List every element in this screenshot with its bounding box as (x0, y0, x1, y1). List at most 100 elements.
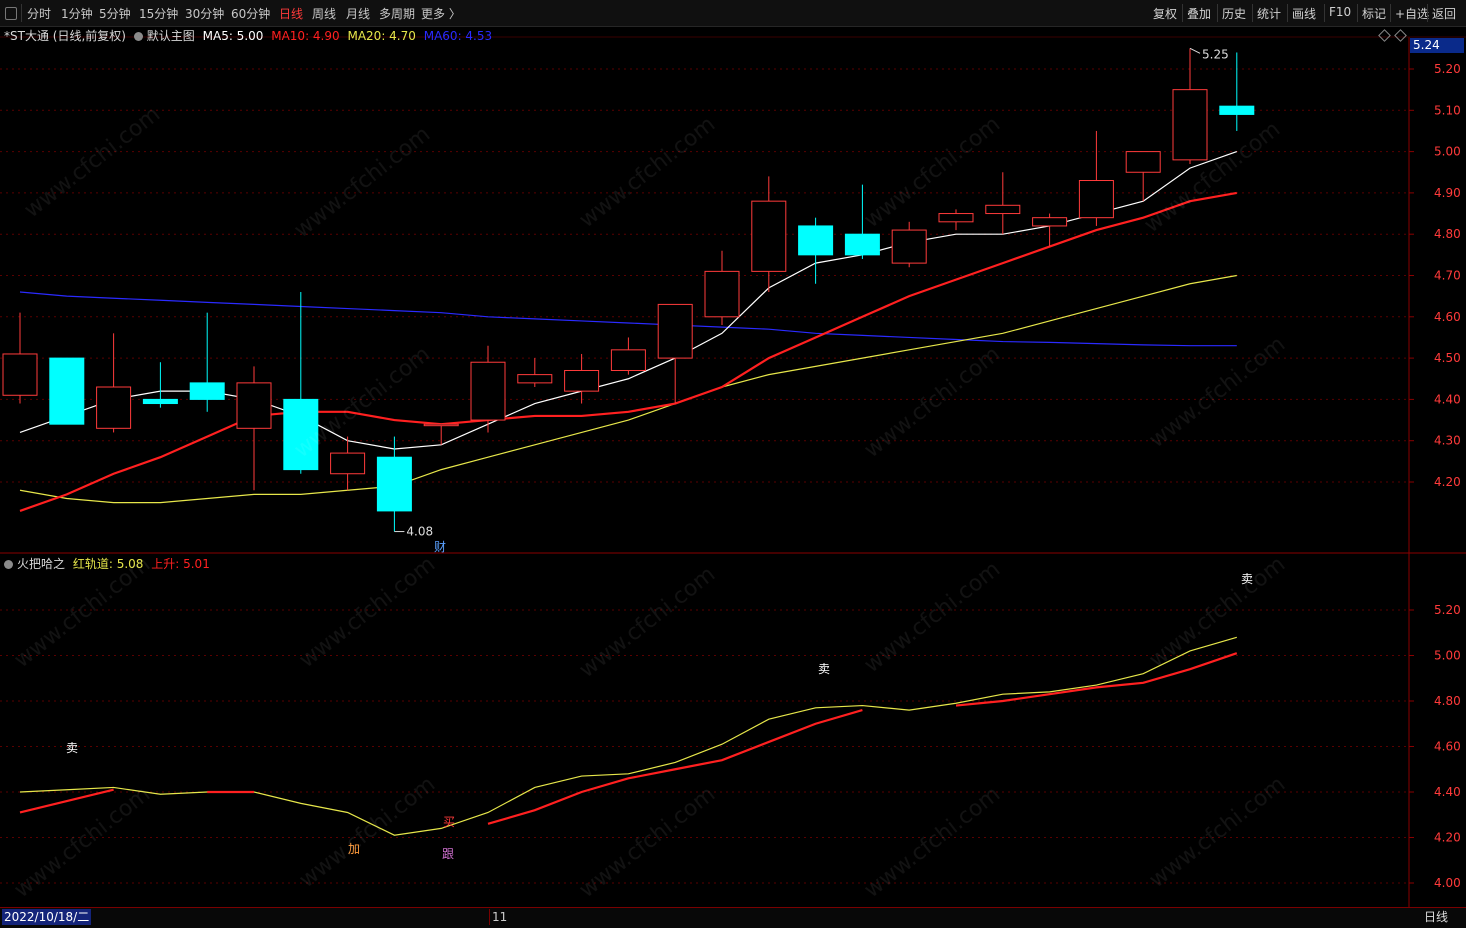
candle-body (1125, 151, 1161, 173)
sub-tick-label: 4.00 (1434, 876, 1461, 890)
finance-marker: 财 (434, 540, 446, 554)
candle-body (751, 200, 787, 272)
sub-tick-label: 5.00 (1434, 649, 1461, 663)
candle-body (376, 456, 412, 512)
toolbar-button-4[interactable]: 画线 (1292, 5, 1316, 22)
sell-signal: 卖 (66, 741, 78, 755)
price-tick-label: 4.50 (1434, 351, 1461, 365)
period-toolbar: 分时 1分钟 5分钟 15分钟 30分钟 60分钟 日线 周线 月线 多周期 更多 〉 复权 叠加 历史统… (0, 0, 1466, 27)
period-label[interactable]: 日线 (1424, 909, 1448, 925)
price-tick-label: 5.20 (1434, 62, 1461, 76)
time-axis-bar: 2022/10/18/二 11 日线 (0, 907, 1466, 928)
ma60-value: MA60: 4.53 (423, 29, 493, 43)
candle-body (330, 452, 366, 475)
ma5-line (19, 151, 1237, 450)
panel-toggle-icon[interactable] (5, 7, 17, 20)
period-tab-8[interactable]: 月线 (346, 5, 370, 22)
indicator-toggle-icon[interactable] (133, 32, 143, 41)
period-tab-3[interactable]: 15分钟 (139, 5, 178, 22)
candle-body (96, 386, 132, 429)
current-price-tag: 5.24 (1410, 38, 1464, 53)
toolbar-button-8[interactable]: 返回 (1432, 5, 1456, 22)
add-signal: 加 (348, 842, 360, 856)
rise-line (487, 709, 863, 825)
ma20-value: MA20: 4.70 (347, 29, 416, 43)
period-tab-6[interactable]: 日线 (279, 5, 303, 22)
candle-body (610, 349, 646, 371)
candle-body (423, 423, 459, 427)
kline-chart[interactable]: 5.20 5.10 5.00 4.90 4.80 4.70 4.60 4.50 4.40 4.30… (0, 27, 1466, 907)
candle-body (564, 369, 600, 392)
period-tab-9[interactable]: 多周期 (379, 5, 415, 22)
candle-body (704, 270, 740, 318)
period-tab-1[interactable]: 1分钟 (61, 5, 93, 22)
toolbar-separator (1427, 4, 1428, 22)
candle-body (1172, 89, 1208, 161)
candle-body (938, 213, 974, 223)
stock-title[interactable]: *ST大通 (日线,前复权) (4, 29, 126, 43)
candle-body (657, 303, 693, 359)
period-tab-10[interactable]: 更多 〉 (421, 5, 461, 22)
toolbar-button-2[interactable]: 历史 (1222, 5, 1246, 22)
red-channel-line (19, 636, 1237, 836)
toolbar-separator (1252, 4, 1253, 22)
main-indicator-name[interactable]: 默认主图 (147, 29, 195, 43)
ma5-value: MA5: 5.00 (202, 29, 264, 43)
toolbar-separator (1390, 4, 1391, 22)
low-price-label: 4.08 (406, 525, 433, 539)
period-tab-5[interactable]: 60分钟 (231, 5, 270, 22)
candle-body (470, 361, 506, 421)
candle-body (283, 398, 319, 471)
sell-signal: 卖 (818, 662, 830, 676)
toolbar-separator (1357, 4, 1358, 22)
toolbar-separator (1217, 4, 1218, 22)
candle-body (891, 229, 927, 264)
sub-tick-label: 5.20 (1434, 603, 1461, 617)
high-price-label: 5.25 (1202, 47, 1229, 61)
toolbar-button-3[interactable]: 统计 (1257, 5, 1281, 22)
toolbar-button-5[interactable]: F10 (1329, 5, 1351, 19)
sell-signal: 卖 (1241, 572, 1253, 586)
month-marker: 11 (489, 909, 507, 925)
candle-body (2, 353, 38, 396)
period-tab-2[interactable]: 5分钟 (99, 5, 131, 22)
rise-line (955, 652, 1238, 707)
toolbar-button-6[interactable]: 标记 (1362, 5, 1386, 22)
price-tick-label: 4.20 (1434, 475, 1461, 489)
sub-tick-label: 4.80 (1434, 694, 1461, 708)
toolbar-button-0[interactable]: 复权 (1153, 5, 1177, 22)
candle-body (517, 374, 553, 384)
price-tick-label: 5.10 (1434, 103, 1461, 117)
candle-body (236, 382, 272, 429)
toolbar-button-1[interactable]: 叠加 (1187, 5, 1211, 22)
candle-body (1032, 217, 1068, 227)
rise-line (19, 788, 114, 814)
ma10-value: MA10: 4.90 (271, 29, 340, 43)
candle-body (189, 382, 225, 400)
toolbar-separator (21, 4, 22, 22)
price-tick-label: 4.40 (1434, 392, 1461, 406)
toolbar-separator (1287, 4, 1288, 22)
price-tick-label: 4.30 (1434, 434, 1461, 448)
candle-body (1219, 105, 1255, 115)
period-tab-4[interactable]: 30分钟 (185, 5, 224, 22)
sub-tick-label: 4.40 (1434, 785, 1461, 799)
sub-indicator-toggle-icon[interactable] (4, 560, 13, 569)
candle-body (798, 225, 834, 256)
buy-signal: 买 (443, 815, 455, 829)
rise-value: 上升: 5.01 (151, 557, 210, 571)
candle-body (1078, 180, 1114, 219)
sub-tick-label: 4.60 (1434, 740, 1461, 754)
period-tab-7[interactable]: 周线 (312, 5, 336, 22)
sub-legend: 火把哈之 红轨道: 5.08 上升: 5.01 (4, 555, 214, 572)
high-pointer (1189, 47, 1201, 54)
candle-body (844, 233, 880, 256)
toolbar-button-7[interactable]: +自选 (1395, 5, 1429, 22)
sub-indicator-name[interactable]: 火把哈之 (17, 557, 65, 571)
candle-body (985, 204, 1021, 215)
red-channel-value: 红轨道: 5.08 (72, 557, 144, 571)
price-tick-label: 4.80 (1434, 227, 1461, 241)
toolbar-separator (1324, 4, 1325, 22)
period-tab-0[interactable]: 分时 (27, 5, 51, 22)
candle-body (49, 357, 85, 425)
